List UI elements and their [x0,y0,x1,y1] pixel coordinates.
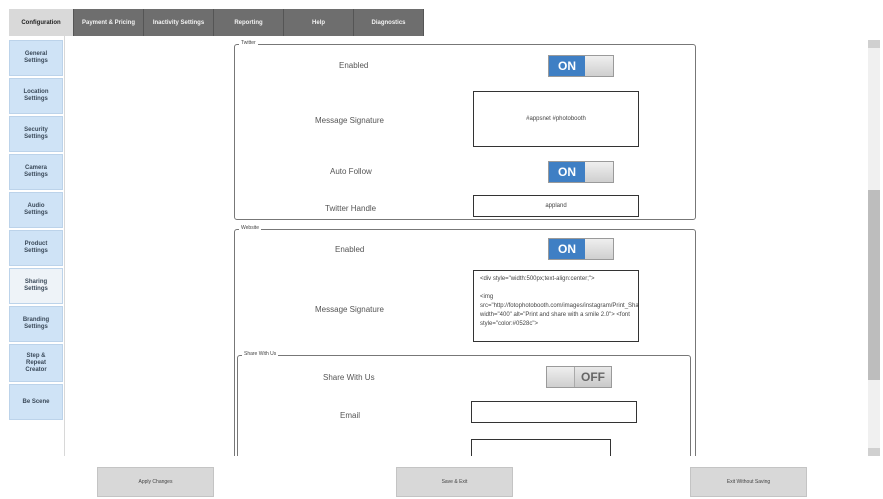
tab-inactivity-settings[interactable]: Inactivity Settings [144,9,214,36]
website-signature-input[interactable]: <div style="width:500px;text-align:cente… [473,270,639,342]
toggle-knob [585,239,613,259]
website-signature-label: Message Signature [315,305,384,314]
sidebar-item-camera-settings[interactable]: Camera Settings [9,154,63,190]
sidebar-item-product-settings[interactable]: Product Settings [9,230,63,266]
sidebar-item-general-settings[interactable]: General Settings [9,40,63,76]
scroll-up-icon[interactable] [868,40,880,48]
apply-changes-button[interactable]: Apply Changes [97,467,214,497]
twitter-autofollow-label: Auto Follow [330,167,372,176]
sidebar-item-be-scene[interactable]: Be Scene [9,384,63,420]
toggle-knob [547,367,575,387]
tab-configuration[interactable]: Configuration [9,9,74,36]
tab-payment-pricing[interactable]: Payment & Pricing [74,9,144,36]
share-legend: Share With Us [242,351,279,357]
twitter-signature-label: Message Signature [315,116,384,125]
website-enabled-toggle[interactable]: ON [548,238,614,260]
toggle-on-label: ON [549,239,585,259]
twitter-handle-label: Twitter Handle [325,204,377,213]
settings-panel: Twitter Enabled ON Message Signature #ap… [68,36,854,456]
share-extra-input[interactable] [471,439,611,456]
website-group: Website Enabled ON Message Signature <di… [234,225,696,456]
sidebar-item-location-settings[interactable]: Location Settings [9,78,63,114]
twitter-autofollow-toggle[interactable]: ON [548,161,614,183]
twitter-group: Twitter Enabled ON Message Signature #ap… [234,40,696,220]
exit-without-saving-button[interactable]: Exit Without Saving [690,467,807,497]
email-label: Email [340,411,361,420]
tab-diagnostics[interactable]: Diagnostics [354,9,424,36]
website-legend: Website [239,225,261,231]
toggle-on-label: ON [549,162,585,182]
toggle-on-label: ON [549,56,585,76]
tab-reporting[interactable]: Reporting [214,9,284,36]
share-toggle[interactable]: OFF [546,366,612,388]
twitter-signature-input[interactable]: #appsnet #photobooth [473,91,639,147]
sidebar-item-security-settings[interactable]: Security Settings [9,116,63,152]
sidebar: General Settings Location Settings Secur… [9,36,65,456]
share-group: Share With Us Share With Us OFF Email [237,351,691,456]
email-input[interactable] [471,401,637,423]
twitter-enabled-label: Enabled [339,61,369,70]
scroll-down-icon[interactable] [868,448,880,456]
toggle-knob [585,56,613,76]
website-enabled-label: Enabled [335,245,365,254]
toggle-off-label: OFF [581,370,605,384]
sidebar-item-branding-settings[interactable]: Branding Settings [9,306,63,342]
tab-help[interactable]: Help [284,9,354,36]
scroll-thumb[interactable] [868,190,880,380]
sidebar-item-step-repeat-creator[interactable]: Step & Repeat Creator [9,344,63,382]
share-label: Share With Us [323,373,375,382]
save-exit-button[interactable]: Save & Exit [396,467,513,497]
twitter-handle-input[interactable]: appland [473,195,639,217]
twitter-legend: Twitter [239,40,258,46]
sidebar-item-audio-settings[interactable]: Audio Settings [9,192,63,228]
twitter-enabled-toggle[interactable]: ON [548,55,614,77]
top-tab-bar: Configuration Payment & Pricing Inactivi… [9,9,424,36]
sidebar-item-sharing-settings[interactable]: Sharing Settings [9,268,63,304]
vertical-scrollbar[interactable] [868,40,880,456]
toggle-knob [585,162,613,182]
